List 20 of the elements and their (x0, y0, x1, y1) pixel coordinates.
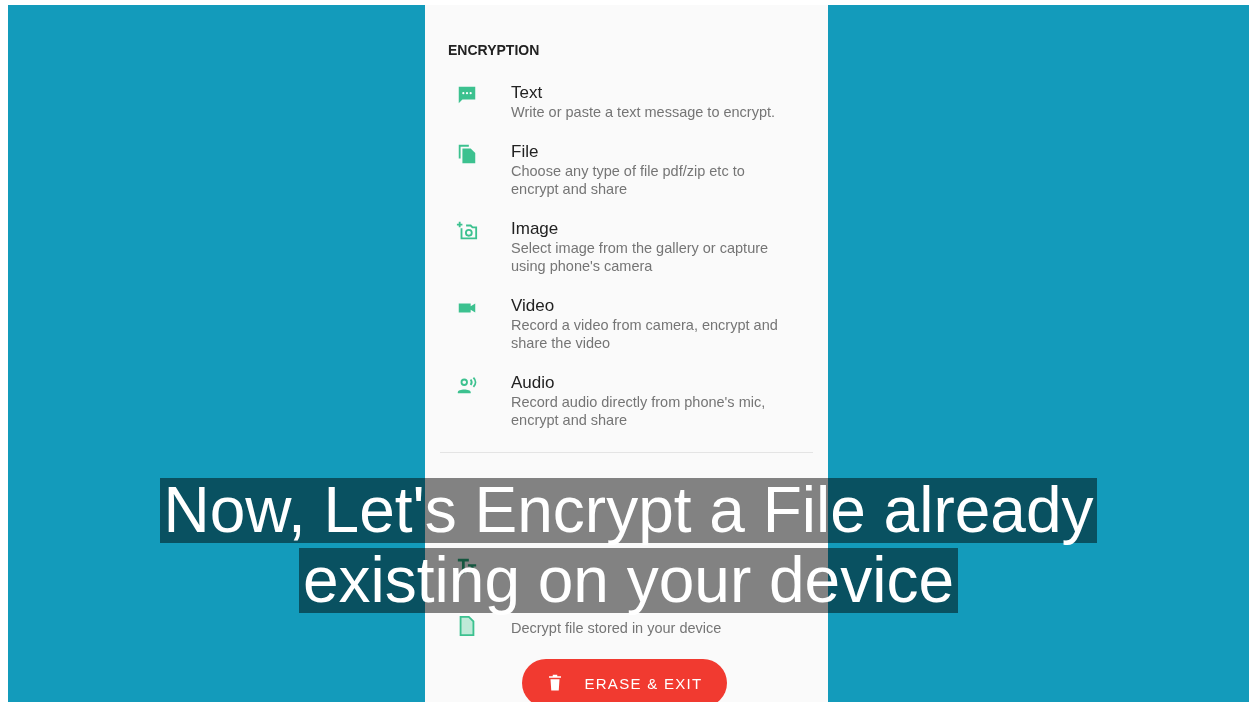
menu-item[interactable]: File Choose any type of file pdf/zip etc to encrypt and share (425, 141, 828, 198)
item-description: Select image from the gallery or capture using phone's camera (511, 239, 770, 275)
item-title: Video (511, 295, 555, 316)
menu-item[interactable]: Image Select image from the gallery or capture using phone's camera (425, 218, 828, 275)
item-description: Write or paste a text message to encrypt. (511, 103, 776, 121)
item-description: Choose any type of file pdf/zip etc to encrypt and share (511, 162, 746, 198)
file-copy-icon (456, 143, 478, 165)
camera-add-icon (456, 220, 478, 242)
menu-item[interactable]: Audio Record audio directly from phone's mic, encrypt and share (425, 372, 828, 429)
item-description: Decrypt file stored in your device (511, 619, 722, 637)
item-title: File (511, 141, 539, 162)
item-title: Text (511, 82, 543, 103)
item-description: Record a video from camera, encrypt and share the video (511, 316, 779, 352)
menu-item[interactable]: Text Write or paste a text message to encrypt. (425, 82, 828, 121)
section-heading: ENCRYPTION (448, 42, 540, 58)
erase-exit-button[interactable]: ERASE & EXIT (522, 659, 727, 702)
item-title: Audio (511, 372, 555, 393)
menu-item[interactable]: Video Record a video from camera, encrypt and share the video (425, 295, 828, 352)
item-title: Image (511, 218, 559, 239)
item-description: Record audio directly from phone's mic, encrypt and share (511, 393, 767, 429)
